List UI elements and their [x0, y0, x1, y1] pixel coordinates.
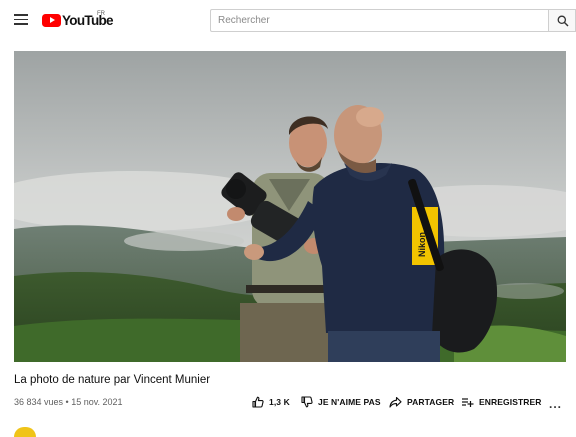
youtube-play-icon: [42, 13, 61, 27]
video-title: La photo de nature par Vincent Munier: [14, 374, 211, 386]
thumbs-up-icon: [252, 396, 264, 408]
search-button[interactable]: [548, 9, 576, 32]
dislike-button[interactable]: JE N'AIME PAS: [301, 395, 381, 409]
video-player[interactable]: Nikon: [14, 51, 566, 362]
video-stats: 36 834 vues • 15 nov. 2021: [14, 397, 123, 407]
playlist-add-icon: [462, 398, 474, 407]
save-label: ENREGISTRER: [479, 397, 542, 407]
video-frame: Nikon: [14, 51, 566, 362]
dislike-label: JE N'AIME PAS: [318, 397, 381, 407]
save-button[interactable]: ENREGISTRER: [461, 395, 542, 409]
like-button[interactable]: 1,3 K: [252, 395, 290, 409]
menu-icon[interactable]: [14, 14, 28, 25]
share-button[interactable]: PARTAGER: [389, 395, 454, 409]
thumbs-down-icon: [301, 396, 313, 408]
like-count: 1,3 K: [269, 397, 290, 407]
more-actions-button[interactable]: ...: [549, 397, 562, 411]
logo-text: YouTube: [62, 12, 114, 28]
masthead: YouTube FR: [0, 0, 576, 40]
share-label: PARTAGER: [407, 397, 455, 407]
share-icon: [389, 396, 402, 408]
avatar[interactable]: [14, 427, 36, 437]
search-input[interactable]: [210, 9, 548, 32]
search-icon: [557, 15, 569, 27]
country-code: FR: [97, 11, 105, 17]
